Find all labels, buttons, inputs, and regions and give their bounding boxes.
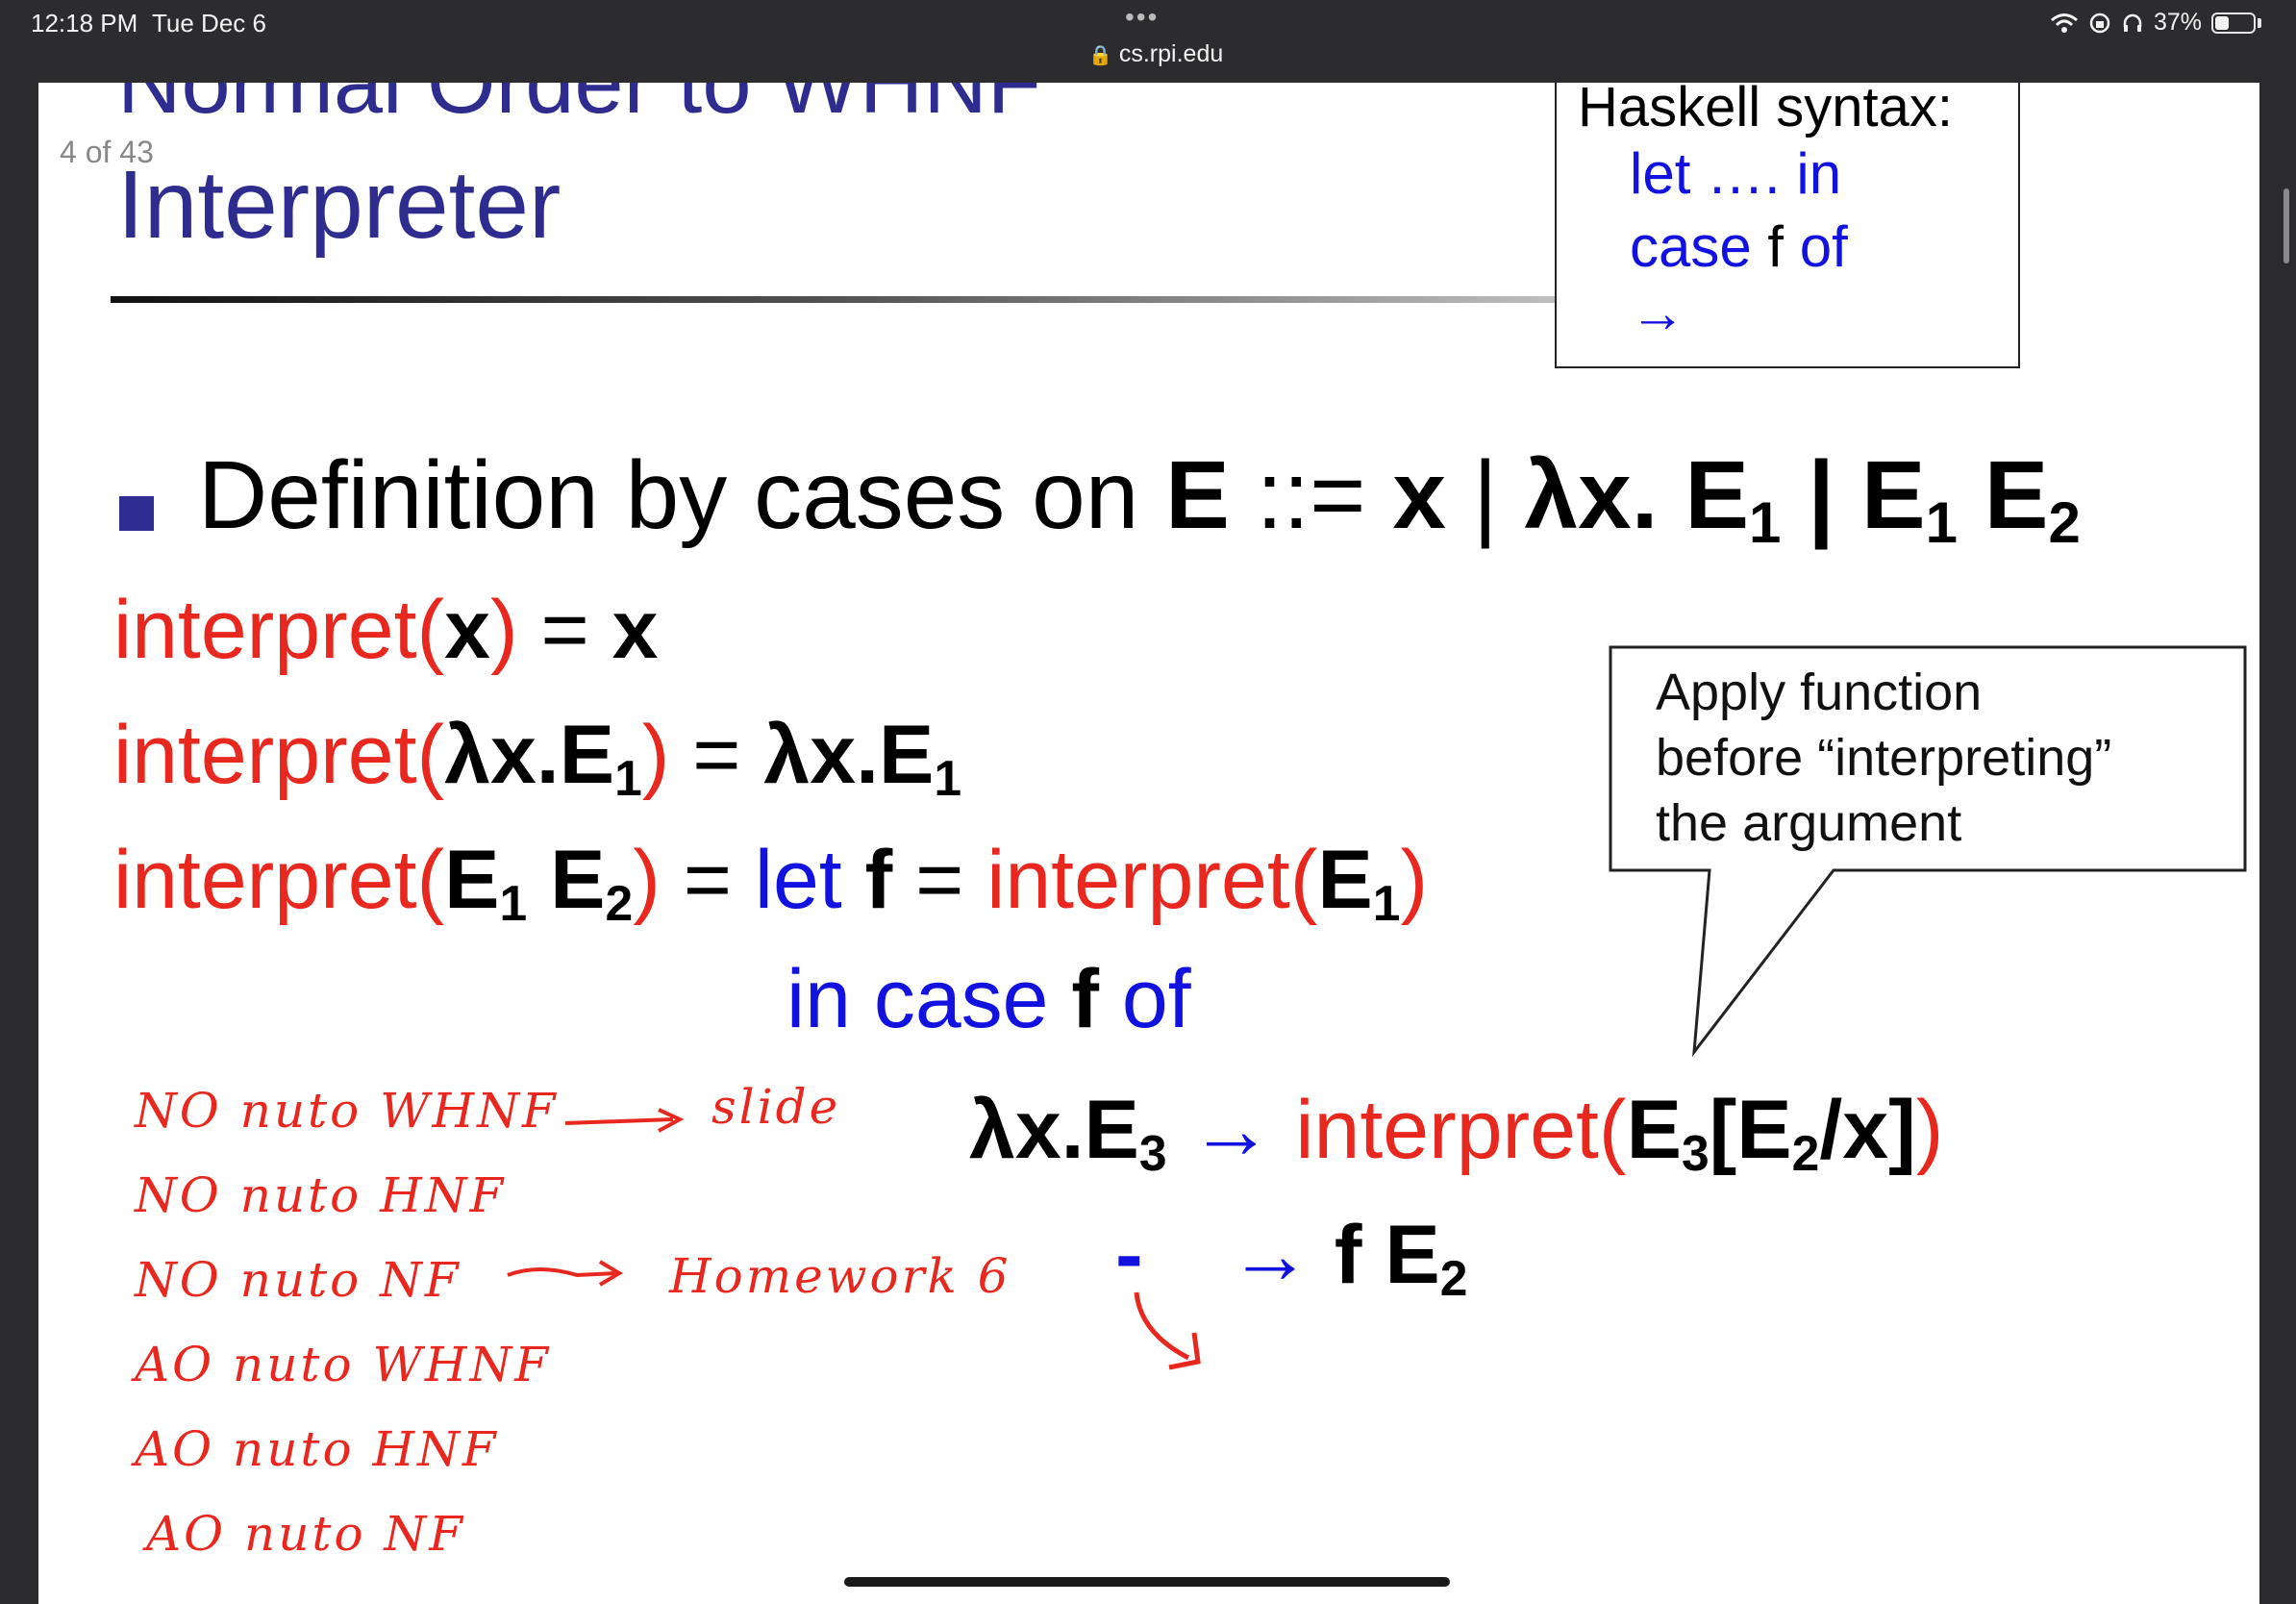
ink-arrow-1 bbox=[564, 1117, 674, 1125]
battery-fill bbox=[2215, 15, 2229, 30]
callout-text: Apply function before “interpreting” the… bbox=[1656, 660, 2111, 856]
battery-icon bbox=[2211, 12, 2256, 34]
handwriting-line3: NO nuto NF bbox=[135, 1252, 462, 1308]
pdf-slide[interactable]: Normal Order to WHNF Interpreter 4 of 43… bbox=[38, 83, 2259, 1604]
battery-tip bbox=[2258, 17, 2261, 28]
battery-percent: 37% bbox=[2153, 9, 2202, 36]
headphones-icon bbox=[2123, 13, 2142, 32]
url-text: cs.rpi.edu bbox=[1118, 40, 1224, 67]
status-icons: 37% bbox=[2050, 9, 2261, 37]
handwriting-line1: NO nuto WHNF bbox=[135, 1083, 559, 1139]
handwriting-slide-note: slide bbox=[711, 1079, 841, 1135]
handwriting-homework-note: Homework 6 bbox=[669, 1248, 1011, 1304]
callout-line1: Apply function bbox=[1656, 664, 1983, 721]
handwriting-line2: NO nuto HNF bbox=[135, 1167, 507, 1223]
ink-arrow-2 bbox=[507, 1267, 616, 1278]
home-indicator[interactable] bbox=[844, 1577, 1450, 1587]
status-time: 12:18 PM bbox=[31, 9, 138, 38]
scrollbar-thumb[interactable] bbox=[2284, 188, 2289, 263]
callout-line2: before “interpreting” bbox=[1656, 729, 2112, 787]
callout-line3: the argument bbox=[1656, 794, 1962, 852]
wifi-icon bbox=[2050, 13, 2078, 33]
ink-arrow-3 bbox=[1134, 1291, 1190, 1361]
status-bar: 12:18 PM Tue Dec 6 ••• 🔒 cs.rpi.edu 37% bbox=[0, 0, 2296, 83]
multitasking-dots-icon[interactable]: ••• bbox=[1125, 2, 1159, 33]
handwriting-line6: AO nuto NF bbox=[146, 1506, 465, 1562]
status-date: Tue Dec 6 bbox=[152, 9, 266, 38]
handwriting-line4: AO nuto WHNF bbox=[135, 1337, 551, 1392]
address-url[interactable]: 🔒 cs.rpi.edu bbox=[1088, 40, 1223, 68]
lock-icon: 🔒 bbox=[1088, 45, 1112, 66]
orientation-lock-icon bbox=[2089, 13, 2110, 33]
handwriting-line5: AO nuto HNF bbox=[135, 1421, 499, 1477]
